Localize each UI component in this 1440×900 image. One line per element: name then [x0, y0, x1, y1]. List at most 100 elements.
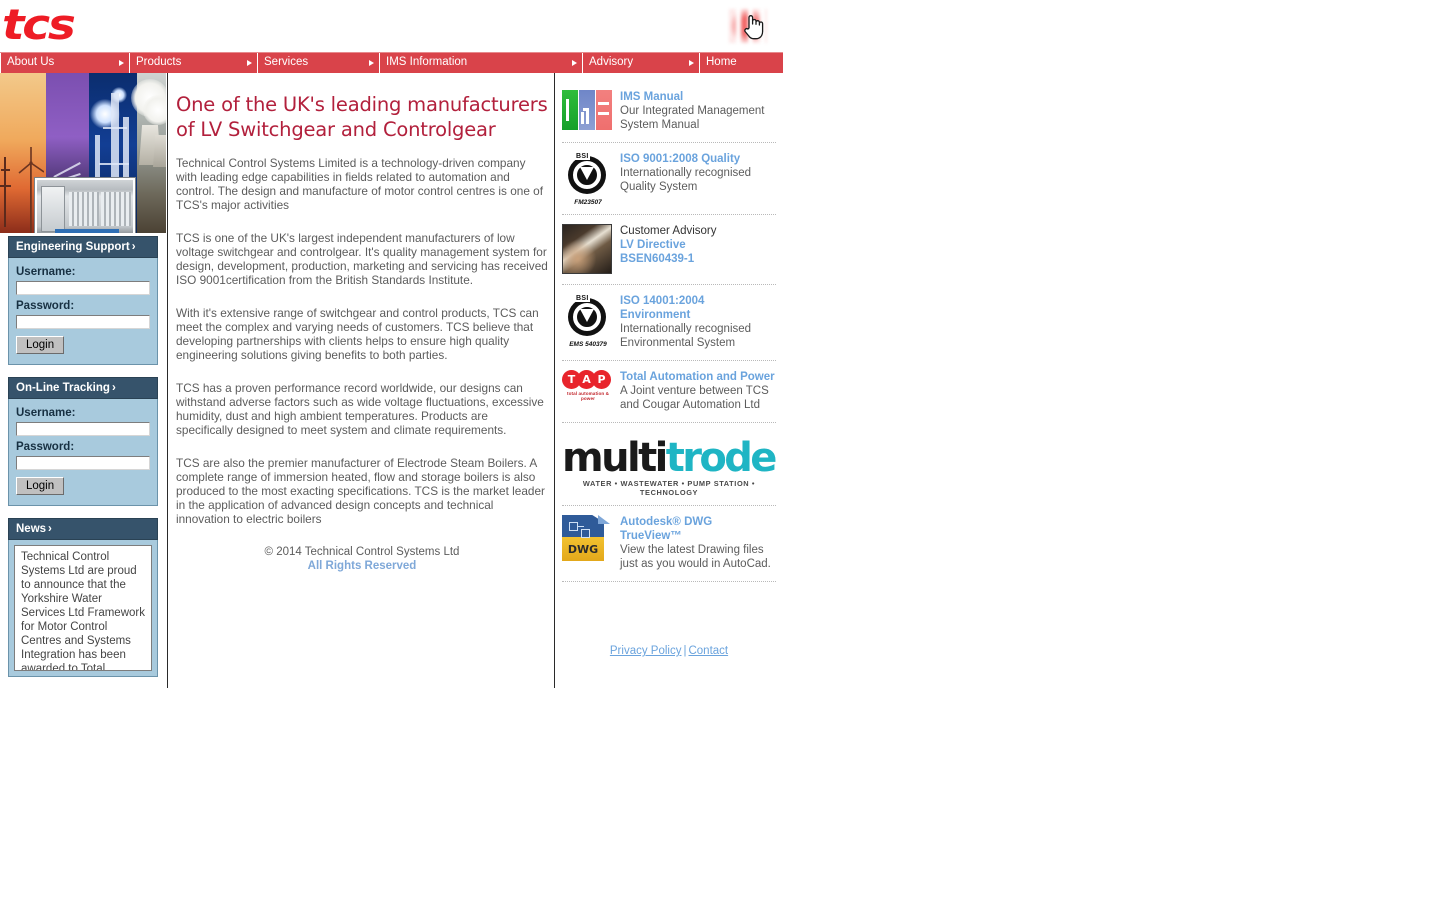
- iso-14001-link[interactable]: ISO 14001:2004 Environment: [620, 294, 776, 322]
- online-tracking-panel: On-Line Tracking › Username: Password: Lo…: [8, 377, 158, 506]
- bsi-registration-code: FM23507: [574, 199, 602, 206]
- list-item-dwg-trueview[interactable]: DWG Autodesk® DWG TrueView™ View the lat…: [562, 515, 776, 582]
- nav-item-about-us[interactable]: About Us: [0, 53, 130, 73]
- nav-label: Home: [706, 56, 737, 69]
- eng-password-label: Password:: [16, 300, 75, 312]
- tcs-logo[interactable]: tcs: [2, 4, 94, 48]
- multitrode-word-multi: multi: [562, 435, 668, 481]
- chevron-right-icon: ›: [131, 241, 136, 253]
- panel-title-text: On-Line Tracking: [16, 382, 110, 394]
- nav-label: Services: [264, 56, 309, 69]
- left-sidebar: Engineering Support › Username: Password:…: [8, 236, 158, 677]
- multitrode-logo-banner[interactable]: multitrode WATER • WASTEWATER • PUMP STA…: [562, 432, 777, 506]
- body-paragraph-3: With it's extensive range of switchgear …: [176, 306, 539, 362]
- privacy-policy-link[interactable]: Privacy Policy: [610, 645, 682, 657]
- bsi-kitemark-icon: BSI FM23507: [562, 152, 612, 206]
- iso-9001-desc-1: Internationally recognised: [620, 167, 752, 179]
- body-paragraph-5: TCS are also the premier manufacturer of…: [176, 456, 545, 526]
- ims-manual-desc-1: Our Integrated Management: [620, 105, 765, 117]
- nav-item-advisory[interactable]: Advisory: [583, 53, 700, 73]
- chevron-right-icon: ›: [48, 523, 52, 535]
- customer-advisory-text: Customer Advisory LV Directive BSEN60439…: [620, 224, 776, 266]
- multitrode-wordmark: multitrode: [562, 435, 777, 481]
- customer-advisory-heading: Customer Advisory: [620, 225, 717, 237]
- main-navigation[interactable]: About Us Products Services IMS Informati…: [0, 52, 783, 73]
- track-login-button[interactable]: Login: [16, 477, 65, 495]
- bsi-label: BSI: [575, 295, 590, 302]
- chevron-right-icon: [119, 60, 124, 66]
- iso-9001-desc-2: Quality System: [620, 181, 698, 193]
- iso-14001-desc-1: Internationally recognised: [620, 323, 752, 335]
- panel-title-text: Engineering Support: [16, 241, 130, 253]
- body-paragraph-1: Technical Control Systems Limited is a t…: [176, 156, 543, 212]
- chevron-right-icon: [247, 60, 252, 66]
- bsi-label: BSI: [575, 153, 590, 160]
- track-password-label: Password:: [16, 441, 75, 453]
- nav-label: IMS Information: [386, 56, 468, 69]
- news-panel: News › Technical Control Systems Ltd are …: [8, 518, 158, 677]
- nav-item-services[interactable]: Services: [258, 53, 380, 73]
- nav-item-ims-information[interactable]: IMS Information: [380, 53, 583, 73]
- list-item-customer-advisory[interactable]: Customer Advisory LV Directive BSEN60439…: [562, 224, 776, 285]
- chevron-right-icon: ›: [111, 382, 116, 394]
- total-automation-link[interactable]: Total Automation and Power: [620, 370, 776, 384]
- main-content: One of the UK's leading manufacturers of…: [176, 92, 548, 573]
- list-item-total-automation-power[interactable]: T A P total automation & power Total Aut…: [562, 370, 776, 423]
- nav-item-home[interactable]: Home: [700, 53, 783, 73]
- nav-label: Products: [136, 56, 182, 69]
- ims-manual-text: IMS Manual Our Integrated Management Sys…: [620, 90, 776, 132]
- eng-login-button[interactable]: Login: [16, 336, 65, 354]
- bsen-standard-link[interactable]: BSEN60439-1: [620, 252, 776, 266]
- ims-manual-link[interactable]: IMS Manual: [620, 90, 776, 104]
- eng-username-label: Username:: [16, 266, 76, 278]
- ems-registration-code: EMS 540379: [569, 341, 607, 348]
- right-column-divider: [554, 73, 555, 688]
- nav-item-products[interactable]: Products: [130, 53, 258, 73]
- list-item-iso-14001[interactable]: BSI EMS 540379 ISO 14001:2004 Environmen…: [562, 294, 776, 361]
- nav-label: About Us: [7, 56, 55, 69]
- contact-link[interactable]: Contact: [688, 645, 728, 657]
- iso-14001-desc-2: Environmental System: [620, 337, 736, 349]
- advisory-photo-icon: [562, 224, 612, 274]
- iso-9001-link[interactable]: ISO 9001:2008 Quality: [620, 152, 776, 166]
- track-password-input[interactable]: [16, 456, 150, 470]
- banner-panel-cooling-towers: [131, 73, 166, 233]
- industry-banner-collage: [0, 73, 166, 233]
- footer-separator: |: [683, 645, 687, 657]
- page-title: One of the UK's leading manufacturers of…: [176, 93, 548, 141]
- multitrode-tagline: WATER • WASTEWATER • PUMP STATION • TECH…: [582, 479, 756, 497]
- ims-logo-icon: [562, 90, 612, 130]
- news-body: Technical Control Systems Ltd are proud …: [8, 540, 158, 677]
- right-sidebar: IMS Manual Our Integrated Management Sys…: [562, 90, 777, 591]
- copyright-text: © 2014 Technical Control Systems Ltd: [264, 546, 460, 558]
- all-rights-reserved-text: All Rights Reserved: [307, 560, 417, 572]
- chevron-right-icon: [572, 60, 577, 66]
- left-column-divider: [167, 73, 168, 688]
- tap-letter-p: P: [592, 370, 611, 389]
- nav-label: Advisory: [589, 56, 634, 69]
- dwg-trueview-desc-2: just as you would in AutoCad.: [620, 558, 771, 570]
- total-automation-desc-2: and Cougar Automation Ltd: [620, 399, 761, 411]
- online-tracking-title: On-Line Tracking ›: [8, 377, 158, 399]
- dwg-label: DWG: [567, 543, 599, 556]
- dwg-trueview-desc-1: View the latest Drawing files: [620, 544, 764, 556]
- news-title: News ›: [8, 518, 158, 540]
- body-paragraph-2: TCS is one of the UK's largest independe…: [176, 231, 548, 287]
- list-item-ims-manual[interactable]: IMS Manual Our Integrated Management Sys…: [562, 90, 776, 143]
- panel-spacer: [8, 506, 158, 518]
- switchgear-cabinet-photo: [35, 178, 135, 233]
- track-username-input[interactable]: [16, 422, 150, 436]
- tap-tagline: total automation & power: [566, 391, 610, 401]
- dwg-file-icon: DWG: [562, 515, 612, 561]
- dwg-trueview-link[interactable]: Autodesk® DWG TrueView™: [620, 515, 776, 543]
- iso-9001-text: ISO 9001:2008 Quality Internationally re…: [620, 152, 776, 194]
- news-text[interactable]: Technical Control Systems Ltd are proud …: [14, 545, 152, 671]
- eng-password-input[interactable]: [16, 315, 150, 329]
- engineering-support-title: Engineering Support ›: [8, 236, 158, 258]
- list-item-iso-9001[interactable]: BSI FM23507 ISO 9001:2008 Quality Intern…: [562, 152, 776, 215]
- tap-logo-icon: T A P total automation & power: [562, 370, 612, 402]
- lv-directive-link[interactable]: LV Directive: [620, 238, 776, 252]
- hand-pointer-cursor-icon: [744, 15, 764, 40]
- bsi-kitemark-icon: BSI EMS 540379: [562, 294, 612, 348]
- eng-username-input[interactable]: [16, 281, 150, 295]
